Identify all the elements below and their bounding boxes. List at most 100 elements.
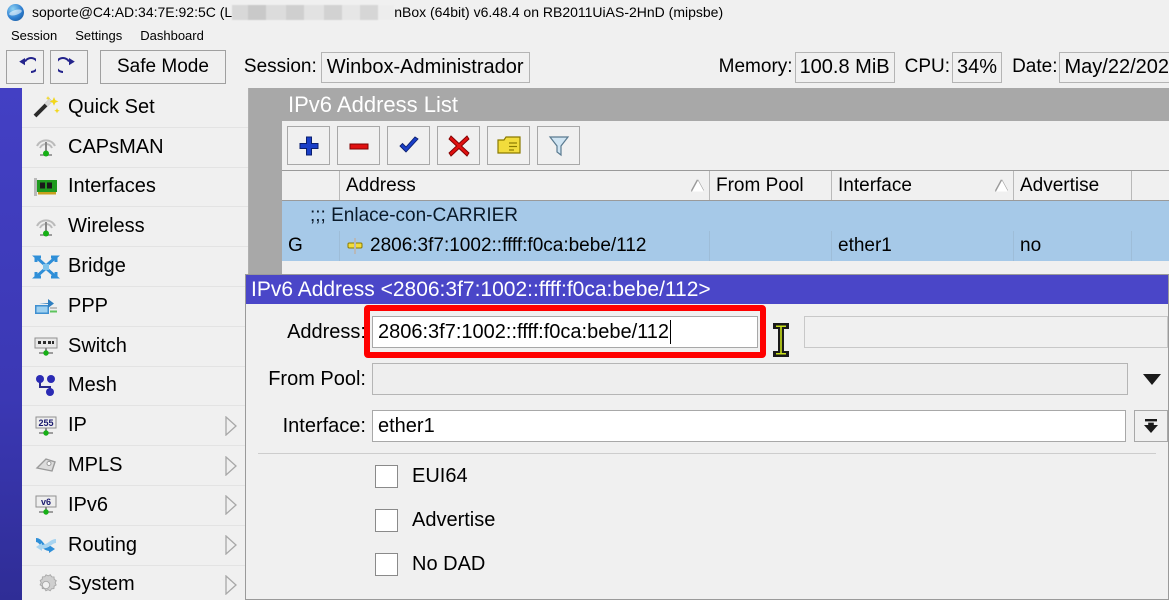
from-pool-label: From Pool:: [246, 368, 372, 391]
sidebar-item-bridge[interactable]: Bridge: [22, 247, 248, 287]
filter-button[interactable]: [537, 126, 580, 165]
safe-mode-button[interactable]: Safe Mode: [100, 50, 226, 84]
sidebar-item-ppp[interactable]: PPP: [22, 287, 248, 327]
interface-label: Interface:: [246, 415, 372, 438]
cell-from-pool: [710, 231, 832, 261]
advertise-checkbox-row[interactable]: Advertise: [246, 498, 1168, 542]
funnel-icon: [547, 134, 571, 158]
eui64-label: EUI64: [412, 465, 468, 488]
text-caret: [670, 320, 671, 344]
from-pool-field-row: From Pool:: [246, 360, 1168, 398]
cell-address-text: 2806:3f7:1002::ffff:f0ca:bebe/112: [370, 235, 646, 257]
ipv6-address-list-title: IPv6 Address List: [282, 88, 1169, 121]
column-header-address[interactable]: Address: [340, 171, 710, 200]
column-header-from-pool[interactable]: From Pool: [710, 171, 832, 200]
eui64-checkbox[interactable]: [375, 465, 398, 488]
eui64-checkbox-row[interactable]: EUI64: [246, 454, 1168, 498]
ipv6-address-dialog: IPv6 Address <2806:3f7:1002::ffff:f0ca:b…: [245, 274, 1169, 600]
no-dad-checkbox[interactable]: [375, 553, 398, 576]
status-indicators: Memory: 100.8 MiB CPU: 34% Date: May/22/…: [709, 46, 1169, 88]
plus-icon: [297, 134, 321, 158]
session-value[interactable]: Winbox-Administrador: [321, 52, 530, 83]
column-header-interface-label: Interface: [838, 175, 912, 197]
cpu-value: 34%: [952, 52, 1002, 83]
chevron-down-icon: [1142, 372, 1162, 386]
svg-text:v6: v6: [41, 497, 51, 507]
address-input[interactable]: 2806:3f7:1002::ffff:f0ca:bebe/112: [372, 316, 758, 348]
table-header-row: Address From Pool Interface Advertise: [282, 170, 1169, 201]
menu-item-dashboard[interactable]: Dashboard: [131, 26, 213, 45]
sidebar-item-quick-set[interactable]: Quick Set: [22, 88, 248, 128]
sidebar-menu: Quick Set CAPsMAN: [22, 88, 249, 600]
disable-button[interactable]: [437, 126, 480, 165]
redo-button[interactable]: [50, 50, 88, 84]
switch-icon: [28, 331, 64, 361]
dialog-titlebar: IPv6 Address <2806:3f7:1002::ffff:f0ca:b…: [246, 275, 1168, 304]
remove-button[interactable]: [337, 126, 380, 165]
sidebar-item-label: IP: [68, 414, 87, 437]
from-pool-dropdown-button[interactable]: [1136, 364, 1168, 394]
sidebar-item-ipv6[interactable]: v6 IPv6: [22, 486, 248, 526]
cross-icon: [447, 134, 471, 158]
sidebar-item-label: Switch: [68, 335, 127, 358]
chevron-right-icon: [224, 535, 238, 555]
menu-item-session[interactable]: Session: [2, 26, 66, 45]
window-title: soporte@C4:AD:34:7E:92:5C (LnBox (64bit)…: [32, 4, 723, 20]
bridge-arrows-icon: [28, 252, 64, 282]
no-dad-checkbox-row[interactable]: No DAD: [246, 542, 1168, 586]
column-header-interface[interactable]: Interface: [832, 171, 1014, 200]
sidebar-item-label: IPv6: [68, 494, 108, 517]
cpu-label: CPU:: [905, 56, 950, 78]
sidebar-item-mesh[interactable]: Mesh: [22, 367, 248, 407]
sidebar-item-capsman[interactable]: CAPsMAN: [22, 128, 248, 168]
ipv6-icon: v6: [28, 490, 64, 520]
text-ibeam-cursor-icon: [770, 322, 792, 358]
sidebar-item-label: Quick Set: [68, 96, 155, 119]
sidebar-item-switch[interactable]: Switch: [22, 327, 248, 367]
enable-button[interactable]: [387, 126, 430, 165]
cell-address: 2806:3f7:1002::ffff:f0ca:bebe/112: [340, 231, 710, 261]
interface-input[interactable]: ether1: [372, 410, 1126, 442]
table-row[interactable]: G 2806:3f7:1002::ffff:f0ca:bebe/112 ethe…: [282, 231, 1169, 261]
sidebar-item-label: CAPsMAN: [68, 136, 164, 159]
menu-item-settings[interactable]: Settings: [66, 26, 131, 45]
date-label: Date:: [1012, 56, 1057, 78]
interface-dropdown-button[interactable]: [1134, 410, 1168, 442]
date-value: May/22/202: [1059, 52, 1169, 83]
routing-arrows-icon: [28, 530, 64, 560]
memory-value: 100.8 MiB: [795, 52, 895, 83]
ip-255-icon: 255: [28, 411, 64, 441]
table-comment-row[interactable]: ;;; Enlace-con-CARRIER: [282, 201, 1169, 231]
address-row-filler: [804, 316, 1168, 348]
sidebar-item-interfaces[interactable]: Interfaces: [22, 168, 248, 208]
list-toolbar: [282, 121, 1169, 170]
antenna-icon: [28, 212, 64, 242]
column-header-flags[interactable]: [282, 171, 340, 200]
menu-bar: Session Settings Dashboard: [0, 24, 1169, 46]
redacted-identity-block: [232, 5, 394, 20]
add-button[interactable]: [287, 126, 330, 165]
undo-button[interactable]: [6, 50, 44, 84]
chevron-right-icon: [224, 575, 238, 595]
sidebar-item-wireless[interactable]: Wireless: [22, 207, 248, 247]
column-header-advertise[interactable]: Advertise: [1014, 171, 1132, 200]
cell-spacer: [1132, 231, 1169, 261]
sidebar-item-label: PPP: [68, 295, 108, 318]
sidebar-item-system[interactable]: System: [22, 566, 248, 600]
sidebar-item-label: Interfaces: [68, 175, 156, 198]
sidebar-item-label: Routing: [68, 534, 137, 557]
arrow-down-bar-icon: [1141, 416, 1161, 436]
sidebar-item-routing[interactable]: Routing: [22, 526, 248, 566]
antenna-icon: [28, 132, 64, 162]
memory-label: Memory:: [719, 56, 793, 78]
sort-indicator-icon: [996, 180, 1008, 191]
from-pool-input[interactable]: [372, 363, 1128, 395]
advertise-checkbox[interactable]: [375, 509, 398, 532]
undo-icon: [14, 56, 36, 78]
sidebar-item-mpls[interactable]: MPLS: [22, 446, 248, 486]
chevron-right-icon: [224, 495, 238, 515]
comment-button[interactable]: [487, 126, 530, 165]
sidebar-item-ip[interactable]: 255 IP: [22, 406, 248, 446]
address-input-value: 2806:3f7:1002::ffff:f0ca:bebe/112: [378, 321, 669, 344]
sidebar-item-label: Mesh: [68, 374, 117, 397]
